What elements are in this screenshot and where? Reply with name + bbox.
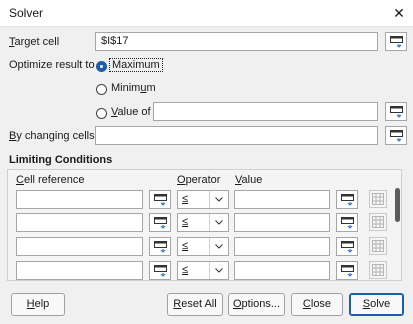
condition-cell-shrink-button[interactable]: [149, 261, 171, 280]
shrink-selector-icon: [154, 241, 167, 253]
condition-cell-input[interactable]: [16, 190, 143, 209]
window-title: Solver: [9, 6, 44, 20]
delete-row-icon: [372, 264, 384, 276]
target-cell-value: $I$17: [101, 35, 129, 47]
options-button[interactable]: Options...: [228, 293, 285, 316]
title-bar: [0, 0, 413, 27]
close-button[interactable]: Close: [291, 293, 343, 316]
shrink-selector-icon: [341, 217, 354, 229]
radio-minimum[interactable]: [96, 84, 107, 95]
value-of-shrink-button[interactable]: [385, 102, 407, 121]
chevron-down-icon: [215, 197, 223, 202]
radio-value-of[interactable]: [96, 108, 107, 119]
radio-value-of-label[interactable]: Value of: [111, 106, 151, 118]
shrink-selector-icon: [341, 194, 354, 206]
delete-row-icon: [372, 193, 384, 205]
radio-maximum-label[interactable]: Maximum: [109, 58, 163, 72]
condition-cell-shrink-button[interactable]: [149, 190, 171, 209]
delete-row-button[interactable]: [369, 213, 387, 231]
column-header-operator: Operator: [177, 174, 221, 186]
operator-select[interactable]: ≤: [177, 213, 229, 232]
condition-cell-shrink-button[interactable]: [149, 213, 171, 232]
condition-value-shrink-button[interactable]: [336, 213, 358, 232]
changing-cells-shrink-button[interactable]: [385, 126, 407, 145]
shrink-selector-icon: [390, 36, 403, 48]
condition-cell-shrink-button[interactable]: [149, 237, 171, 256]
delete-row-icon: [372, 240, 384, 252]
target-cell-input[interactable]: $I$17: [95, 32, 378, 51]
radio-maximum[interactable]: [96, 61, 107, 72]
operator-select[interactable]: ≤: [177, 190, 229, 209]
reset-all-button[interactable]: Reset All: [167, 293, 223, 316]
shrink-selector-icon: [154, 194, 167, 206]
radio-minimum-label[interactable]: Minimum: [111, 82, 156, 94]
condition-value-shrink-button[interactable]: [336, 190, 358, 209]
condition-value-shrink-button[interactable]: [336, 261, 358, 280]
condition-value-input[interactable]: [234, 213, 330, 232]
target-cell-label: Target cell: [9, 36, 60, 48]
shrink-selector-icon: [390, 130, 403, 142]
target-cell-shrink-button[interactable]: [385, 32, 407, 51]
chevron-down-icon: [215, 244, 223, 249]
column-header-cell-reference: Cell reference: [16, 174, 85, 186]
changing-cells-input[interactable]: [95, 126, 378, 145]
delete-row-button[interactable]: [369, 190, 387, 208]
optimize-label: Optimize result to: [9, 59, 95, 71]
condition-cell-input[interactable]: [16, 213, 143, 232]
value-of-input[interactable]: [153, 102, 378, 121]
shrink-selector-icon: [154, 217, 167, 229]
delete-row-button[interactable]: [369, 237, 387, 255]
operator-select[interactable]: ≤: [177, 261, 229, 280]
help-button[interactable]: Help: [11, 293, 65, 316]
shrink-selector-icon: [390, 106, 403, 118]
shrink-selector-icon: [154, 265, 167, 277]
shrink-selector-icon: [341, 265, 354, 277]
operator-select[interactable]: ≤: [177, 237, 229, 256]
condition-value-input[interactable]: [234, 261, 330, 280]
condition-value-input[interactable]: [234, 237, 330, 256]
chevron-down-icon: [215, 268, 223, 273]
shrink-selector-icon: [341, 241, 354, 253]
conditions-scrollbar[interactable]: [395, 188, 400, 222]
changing-cells-label: By changing cells: [9, 130, 95, 142]
delete-row-button[interactable]: [369, 261, 387, 279]
column-header-value: Value: [235, 174, 263, 186]
solve-button[interactable]: Solve: [349, 293, 404, 316]
close-icon[interactable]: ✕: [388, 3, 410, 23]
limiting-conditions-heading: Limiting Conditions: [9, 154, 113, 166]
condition-cell-input[interactable]: [16, 237, 143, 256]
chevron-down-icon: [215, 220, 223, 225]
condition-value-input[interactable]: [234, 190, 330, 209]
condition-cell-input[interactable]: [16, 261, 143, 280]
condition-value-shrink-button[interactable]: [336, 237, 358, 256]
delete-row-icon: [372, 216, 384, 228]
